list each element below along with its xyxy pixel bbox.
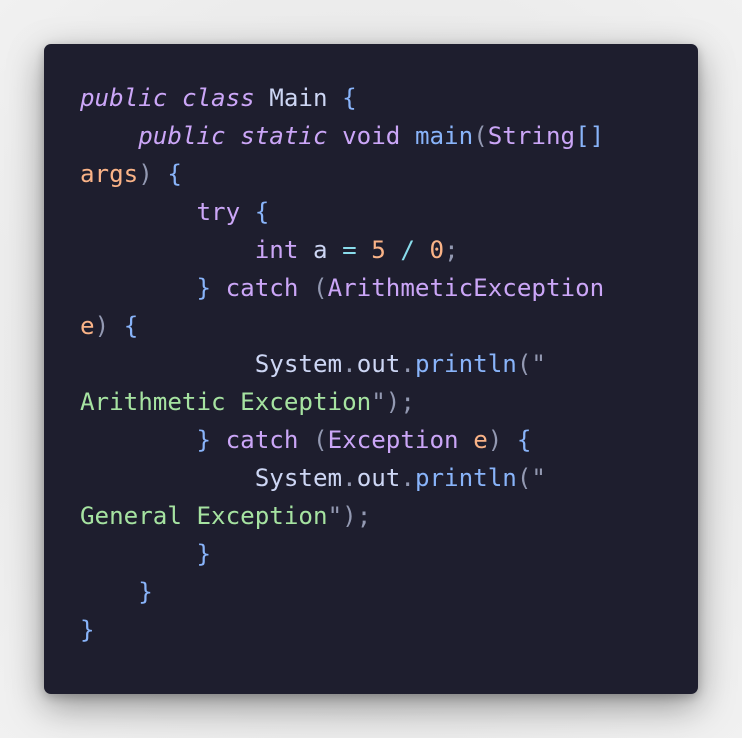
code-token: ( <box>473 122 488 150</box>
code-token: ; <box>356 502 372 530</box>
code-token: public <box>138 122 226 150</box>
code-token: { <box>254 198 270 226</box>
code-token: / <box>400 236 415 264</box>
code-token: } <box>196 540 212 568</box>
code-token: ; <box>400 388 415 416</box>
code-token: = <box>342 236 357 264</box>
code-line: } catch (Exception e) { <box>80 421 604 459</box>
code-token: } <box>138 578 153 606</box>
code-token: println <box>414 350 517 378</box>
code-token: e <box>473 426 488 454</box>
code-token: General Exception <box>80 502 328 530</box>
code-token: System <box>80 464 343 492</box>
code-token: args <box>80 160 139 188</box>
code-token: a <box>298 236 343 264</box>
code-line: System.out.println(" <box>80 459 604 497</box>
code-token: ") <box>327 502 357 530</box>
code-card: public class Main { public static void m… <box>44 44 698 694</box>
code-token: static <box>240 122 328 150</box>
code-token: { <box>342 84 357 112</box>
code-token: System <box>80 350 343 378</box>
code-line: try { <box>80 193 604 231</box>
code-token: ; <box>444 236 459 264</box>
code-token: void <box>342 122 401 150</box>
code-block: public class Main { public static void m… <box>80 79 604 649</box>
code-token: main <box>414 122 474 150</box>
code-token: . <box>400 350 415 378</box>
code-token: int <box>254 236 299 264</box>
code-token: Arithmetic Exception <box>80 388 372 416</box>
code-token: } <box>196 274 212 302</box>
code-line: } <box>80 535 604 573</box>
code-token: public <box>80 84 168 112</box>
code-token: println <box>414 464 517 492</box>
code-line: public static void main(String[] <box>80 117 604 155</box>
code-token: Main <box>254 84 343 112</box>
code-token: . <box>342 464 357 492</box>
code-token: { <box>123 312 139 340</box>
code-token: [] <box>575 122 605 150</box>
code-line: System.out.println(" <box>80 345 604 383</box>
code-token: . <box>400 464 415 492</box>
code-token: ) <box>138 160 153 188</box>
code-token: ( <box>313 274 328 302</box>
code-line: General Exception"); <box>80 497 604 535</box>
code-token: } <box>80 616 95 644</box>
code-token: { <box>516 426 532 454</box>
code-token: out <box>356 350 401 378</box>
code-token: e <box>80 312 95 340</box>
code-token: String <box>487 122 576 150</box>
code-line: Arithmetic Exception"); <box>80 383 604 421</box>
code-token: ) <box>487 426 503 454</box>
code-token: ) <box>94 312 110 340</box>
code-token: class <box>181 84 255 112</box>
code-token: . <box>342 350 357 378</box>
code-line: } <box>80 611 604 649</box>
code-line: e) { <box>80 307 604 345</box>
code-token: catch <box>225 274 299 302</box>
code-token: (" <box>516 464 546 492</box>
code-token: out <box>356 464 401 492</box>
code-token: { <box>167 160 182 188</box>
code-token: try <box>196 198 241 226</box>
code-token: ArithmeticException <box>327 274 605 302</box>
code-token: ( <box>313 426 328 454</box>
code-token: catch <box>225 426 299 454</box>
code-token: (" <box>516 350 546 378</box>
code-line: int a = 5 / 0; <box>80 231 604 269</box>
code-token: } <box>196 426 212 454</box>
code-token: Exception <box>327 426 459 454</box>
code-line: } <box>80 573 604 611</box>
code-line: } catch (ArithmeticException <box>80 269 605 307</box>
code-token: 0 <box>429 236 445 264</box>
code-token: ") <box>371 388 401 416</box>
code-line: args) { <box>80 155 604 193</box>
code-line: public class Main { <box>80 79 604 117</box>
code-token: 5 <box>371 236 386 264</box>
